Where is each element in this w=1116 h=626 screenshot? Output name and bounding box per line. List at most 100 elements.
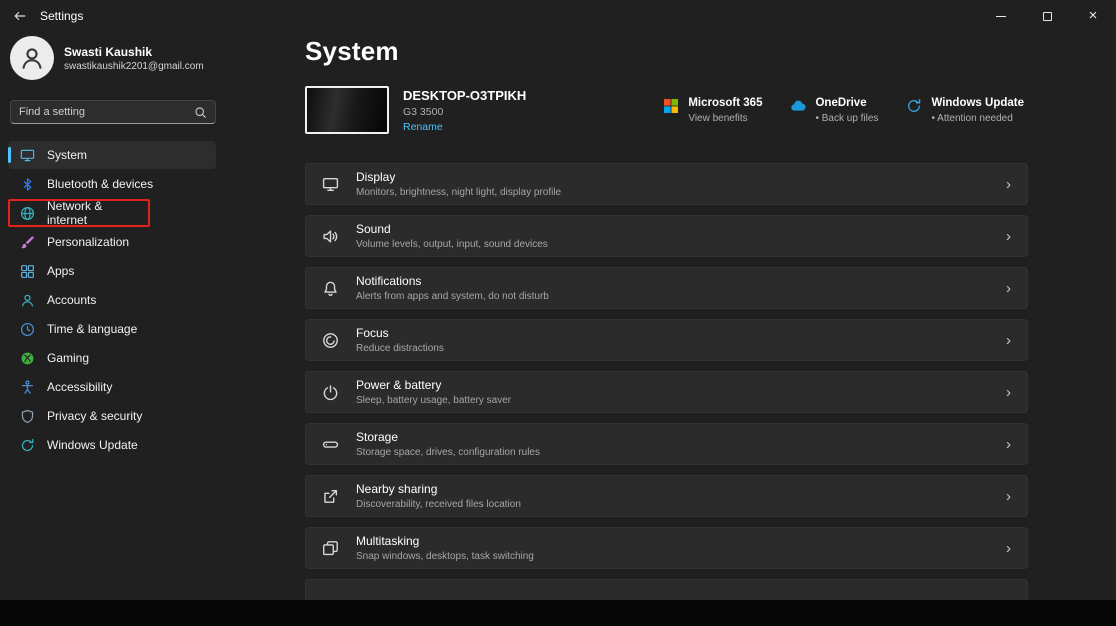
chevron-right-icon: › — [1006, 281, 1011, 296]
monitor-icon — [322, 176, 339, 193]
sidebar-item-label: Time & language — [47, 322, 137, 336]
status-card-subtitle: • Back up files — [815, 113, 878, 124]
settings-window: Settings Swasti Kaushik swastikaushik220… — [0, 0, 1116, 626]
status-cards: Microsoft 365View benefits OneDrive• Back… — [663, 97, 1028, 124]
row-subtitle: Snap windows, desktops, task switching — [356, 551, 534, 562]
person-icon — [20, 293, 35, 308]
settings-row-nearby-sharing[interactable]: Nearby sharing Discoverability, received … — [305, 475, 1028, 517]
settings-row-storage[interactable]: Storage Storage space, drives, configurat… — [305, 423, 1028, 465]
sidebar-item-network-and-internet[interactable]: Network & internet — [8, 199, 150, 227]
sidebar-item-time-and-language[interactable]: Time & language — [8, 315, 216, 343]
back-button[interactable] — [0, 0, 40, 32]
row-title: Focus — [356, 326, 444, 340]
back-arrow-icon — [13, 9, 27, 23]
settings-row-notifications[interactable]: Notifications Alerts from apps and system… — [305, 267, 1028, 309]
row-title: Multitasking — [356, 534, 534, 548]
sidebar-item-label: Privacy & security — [47, 409, 142, 423]
page-title: System — [305, 36, 399, 67]
row-title: Notifications — [356, 274, 549, 288]
settings-row-display[interactable]: DisplayMonitors, brightness, night light… — [305, 163, 1028, 205]
close-button[interactable] — [1070, 0, 1116, 32]
window-title: Settings — [40, 9, 83, 23]
settings-row-power-and-battery[interactable]: Power & battery Sleep, battery usage, bat… — [305, 371, 1028, 413]
sidebar-item-label: Gaming — [47, 351, 89, 365]
power-icon — [322, 384, 339, 401]
user-profile[interactable]: Swasti Kaushik swastikaushik2201@gmail.c… — [10, 36, 204, 80]
accessibility-icon — [20, 380, 35, 395]
sidebar-item-label: Accessibility — [47, 380, 112, 394]
row-subtitle: Volume levels, output, input, sound devi… — [356, 239, 548, 250]
avatar — [10, 36, 54, 80]
settings-row-multitasking[interactable]: Multitasking Snap windows, desktops, task… — [305, 527, 1028, 569]
sidebar-item-bluetooth-and-devices[interactable]: Bluetooth & devices — [8, 170, 216, 198]
status-card-windows-update[interactable]: Windows Update • Attention needed — [906, 97, 1024, 124]
update-icon — [20, 438, 35, 453]
xbox-icon — [20, 351, 35, 366]
device-header: DESKTOP-O3TPIKH G3 3500 Rename Microsoft… — [305, 86, 1028, 134]
shield-icon — [20, 409, 35, 424]
cloud-icon — [790, 98, 806, 114]
device-info: DESKTOP-O3TPIKH G3 3500 Rename — [403, 88, 526, 133]
minimize-button[interactable] — [978, 0, 1024, 32]
device-model: G3 3500 — [403, 106, 526, 118]
row-title: Storage — [356, 430, 540, 444]
selected-accent-bar — [8, 147, 11, 163]
sidebar-item-personalization[interactable]: Personalization — [8, 228, 216, 256]
status-card-title: Windows Update — [931, 97, 1024, 109]
sidebar-item-label: Personalization — [47, 235, 129, 249]
update-icon — [906, 98, 922, 114]
titlebar: Settings — [0, 0, 1116, 32]
sidebar-item-system[interactable]: System — [8, 141, 216, 169]
chevron-right-icon: › — [1006, 333, 1011, 348]
globe-icon — [20, 206, 35, 221]
settings-row-sound[interactable]: Sound Volume levels, output, input, sound… — [305, 215, 1028, 257]
sidebar-item-privacy-and-security[interactable]: Privacy & security — [8, 402, 216, 430]
chevron-right-icon: › — [1006, 385, 1011, 400]
bell-icon — [322, 280, 339, 297]
apps-icon — [20, 264, 35, 279]
row-subtitle: Storage space, drives, configuration rul… — [356, 447, 540, 458]
rename-link[interactable]: Rename — [403, 121, 526, 133]
status-card-subtitle: View benefits — [688, 113, 762, 124]
status-card-microsoft-365[interactable]: Microsoft 365View benefits — [663, 97, 762, 124]
ms365-icon — [663, 98, 679, 114]
sidebar-item-windows-update[interactable]: Windows Update — [8, 431, 216, 459]
sidebar-item-gaming[interactable]: Gaming — [8, 344, 216, 372]
chevron-right-icon: › — [1006, 177, 1011, 192]
row-subtitle: Reduce distractions — [356, 343, 444, 354]
search-box[interactable] — [10, 100, 216, 124]
multitask-icon — [322, 540, 339, 557]
clock-icon — [20, 322, 35, 337]
sidebar-item-label: Network & internet — [47, 199, 138, 227]
sidebar-nav: System Bluetooth & devices Network & inter… — [8, 141, 216, 460]
sidebar-item-accounts[interactable]: Accounts — [8, 286, 216, 314]
sidebar-item-label: System — [47, 148, 87, 162]
bluetooth-icon — [20, 177, 35, 192]
row-title: Nearby sharing — [356, 482, 521, 496]
settings-row-focus[interactable]: Focus Reduce distractions › — [305, 319, 1028, 361]
sidebar-item-apps[interactable]: Apps — [8, 257, 216, 285]
sidebar-item-label: Windows Update — [47, 438, 138, 452]
row-subtitle: Discoverability, received files location — [356, 499, 521, 510]
brush-icon — [20, 235, 35, 250]
row-title: Sound — [356, 222, 548, 236]
device-thumbnail — [305, 86, 389, 134]
status-card-onedrive[interactable]: OneDrive• Back up files — [790, 97, 878, 124]
person-icon — [19, 45, 45, 71]
storage-icon — [322, 436, 339, 453]
share-icon — [322, 488, 339, 505]
chevron-right-icon: › — [1006, 541, 1011, 556]
status-card-subtitle: • Attention needed — [931, 113, 1024, 124]
maximize-button[interactable] — [1024, 0, 1070, 32]
row-subtitle: Monitors, brightness, night light, displ… — [356, 187, 561, 198]
sidebar-item-label: Bluetooth & devices — [47, 177, 153, 191]
row-subtitle: Alerts from apps and system, do not dist… — [356, 291, 549, 302]
row-subtitle: Sleep, battery usage, battery saver — [356, 395, 511, 406]
sidebar-item-label: Apps — [47, 264, 74, 278]
sidebar-item-label: Accounts — [47, 293, 96, 307]
sidebar-item-accessibility[interactable]: Accessibility — [8, 373, 216, 401]
search-input[interactable] — [19, 106, 194, 118]
row-title: Power & battery — [356, 378, 511, 392]
minimize-icon — [996, 16, 1006, 17]
monitor-icon — [20, 148, 35, 163]
